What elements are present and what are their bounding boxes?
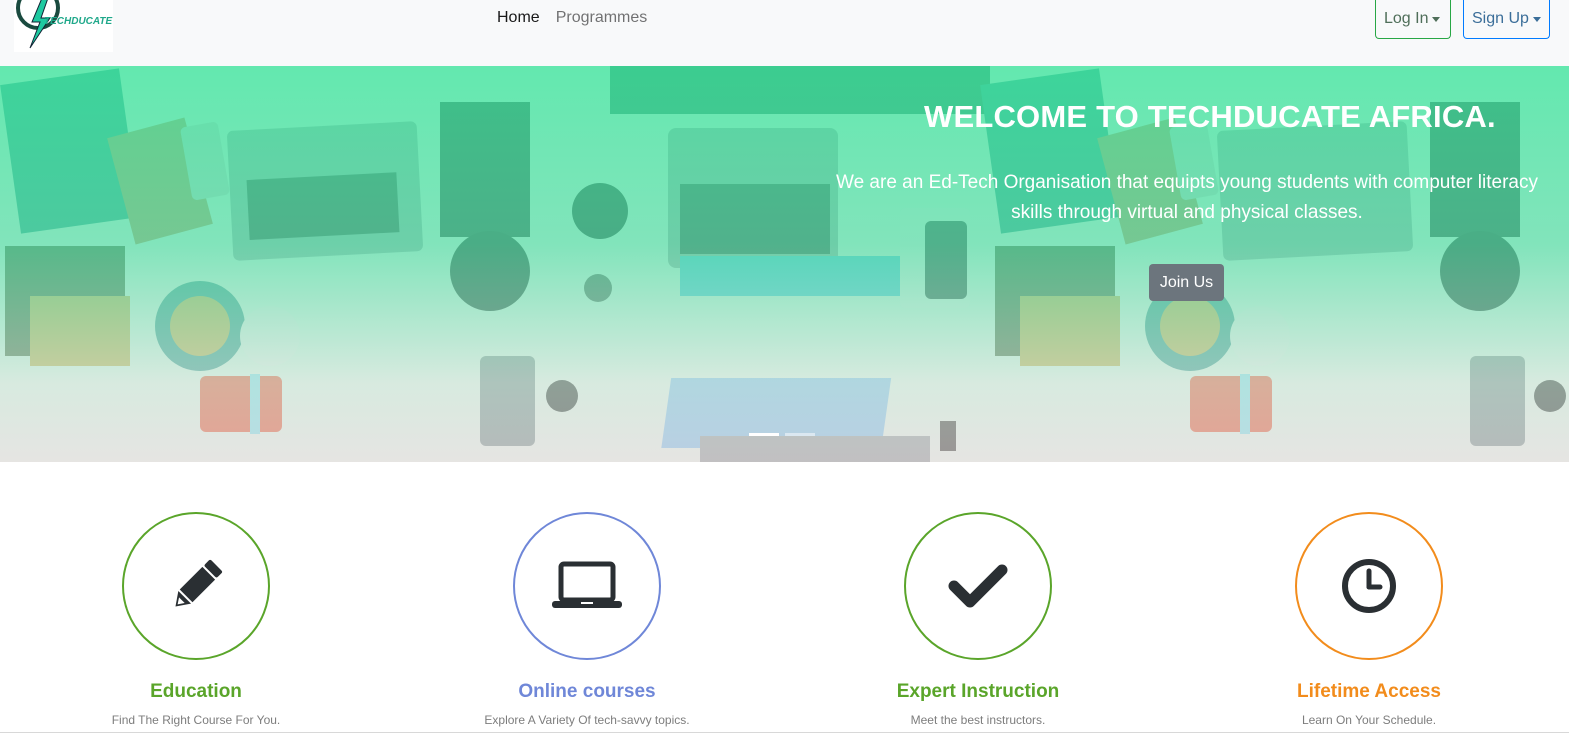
hero-carousel: WELCOME TO TECHDUCATE AFRICA. We are an … (0, 66, 1569, 462)
hero-description: We are an Ed-Tech Organisation that equi… (836, 172, 1538, 223)
laptop-icon (552, 561, 622, 608)
feature-title: Education (150, 681, 242, 702)
signup-dropdown-button[interactable]: Sign Up (1463, 0, 1550, 39)
feature-title: Online courses (518, 681, 656, 702)
hero-title: WELCOME TO TECHDUCATE AFRICA. (924, 99, 1496, 134)
carousel-indicators (749, 433, 815, 436)
feature-title: Expert Instruction (896, 681, 1060, 702)
feature-subtitle: Meet the best instructors. (910, 713, 1046, 727)
signup-label: Sign Up (1472, 10, 1529, 27)
feature-subtitle: Learn On Your Schedule. (1301, 713, 1437, 727)
feature-icon-circle (513, 512, 661, 660)
main-nav: Home Programmes (497, 8, 647, 28)
login-label: Log In (1384, 10, 1429, 27)
nav-programmes[interactable]: Programmes (556, 8, 648, 28)
brand-logo[interactable]: TECHDUCATE (14, 0, 113, 52)
scrollbar-track[interactable] (1569, 0, 1586, 742)
svg-text:TECHDUCATE: TECHDUCATE (44, 16, 112, 27)
feature-icon-circle (904, 512, 1052, 660)
feature-icon-circle (122, 512, 270, 660)
feature-subtitle: Explore A Variety Of tech-savvy topics. (484, 713, 690, 727)
feature-subtitle: Find The Right Course For You. (111, 713, 281, 727)
nav-home[interactable]: Home (497, 8, 540, 28)
caret-down-icon (1432, 16, 1441, 22)
feature-icon-circle (1295, 512, 1443, 660)
caret-down-icon (1532, 16, 1541, 22)
feature-title: Lifetime Access (1297, 681, 1441, 702)
carousel-indicator-2[interactable] (785, 433, 815, 436)
carousel-indicator-1[interactable] (749, 433, 779, 436)
navbar: TECHDUCATE Home Programmes Log In Sign U… (0, 0, 1569, 66)
join-us-button[interactable]: Join Us (1149, 264, 1224, 301)
divider (0, 732, 1569, 733)
login-dropdown-button[interactable]: Log In (1375, 0, 1451, 39)
check-icon (948, 564, 1008, 608)
pencil-icon (175, 559, 223, 607)
clock-icon (1342, 559, 1396, 613)
